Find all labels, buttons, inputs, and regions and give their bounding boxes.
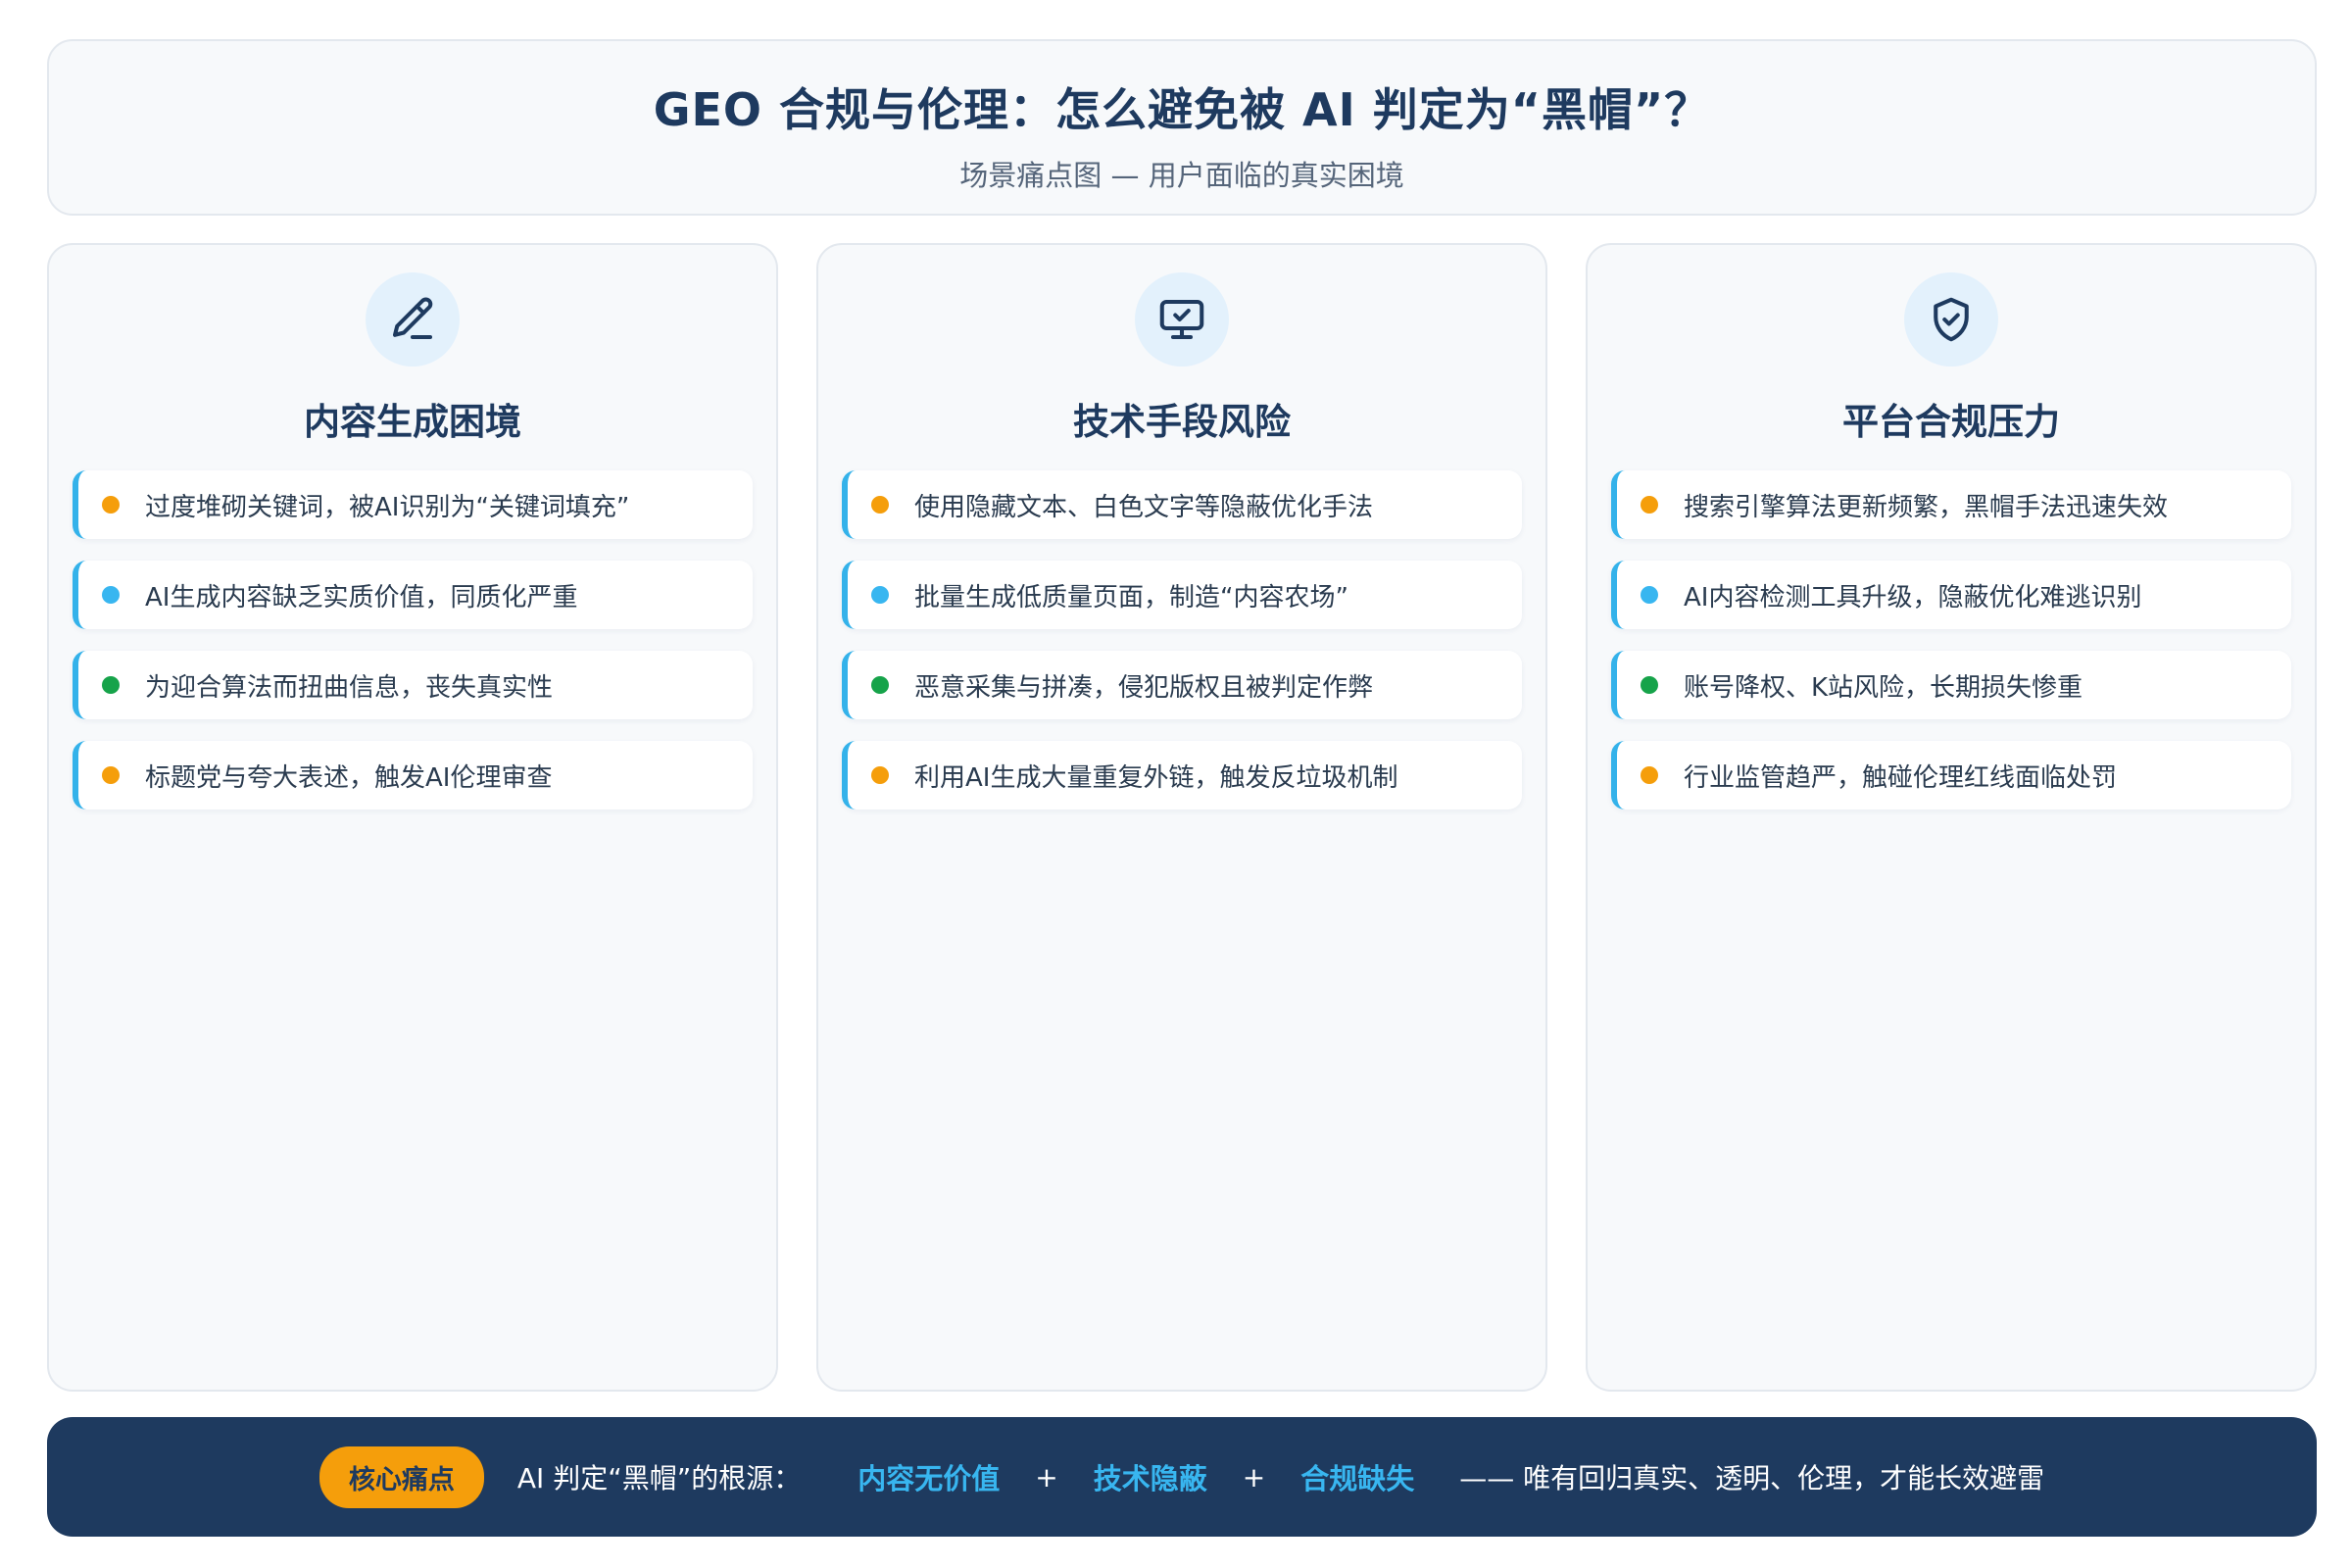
bullet-dot [102,766,120,784]
list-item: AI内容检测工具升级，隐蔽优化难逃识别 [1611,561,2291,629]
list-item: 批量生成低质量页面，制造“内容农场” [842,561,1522,629]
list-item: 账号降权、K站风险，长期损失惨重 [1611,651,2291,719]
item-text: 利用AI生成大量重复外链，触发反垃圾机制 [914,762,1398,793]
bullet-dot [102,676,120,694]
item-text: 标题党与夸大表述，触发AI伦理审查 [145,762,553,793]
column-title: 内容生成困境 [304,401,521,443]
item-text: 搜索引擎算法更新频繁，黑帽手法迅速失效 [1684,492,2169,522]
pencil-icon [366,272,460,367]
keyword-compliance-missing: 合规缺失 [1300,1462,1415,1495]
page-title: GEO 合规与伦理：怎么避免被 AI 判定为“黑帽”？ [653,83,1711,136]
list-item: 恶意采集与拼凑，侵犯版权且被判定作弊 [842,651,1522,719]
bullet-dot [871,766,889,784]
item-text: 恶意采集与拼凑，侵犯版权且被判定作弊 [914,672,1374,703]
column-platform-compliance: 平台合规压力 搜索引擎算法更新频繁，黑帽手法迅速失效 AI内容检测工具升级，隐蔽… [1586,243,2317,1392]
item-list: 搜索引擎算法更新频繁，黑帽手法迅速失效 AI内容检测工具升级，隐蔽优化难逃识别 … [1611,470,2291,831]
column-content-generation: 内容生成困境 过度堆砌关键词，被AI识别为“关键词填充” AI生成内容缺乏实质价… [47,243,778,1392]
item-list: 使用隐藏文本、白色文字等隐蔽优化手法 批量生成低质量页面，制造“内容农场” 恶意… [842,470,1522,831]
item-text: 使用隐藏文本、白色文字等隐蔽优化手法 [914,492,1374,522]
conclusion-text: —— 唯有回归真实、透明、伦理，才能长效避雷 [1459,1462,2045,1494]
list-item: 利用AI生成大量重复外链，触发反垃圾机制 [842,741,1522,809]
item-text: 账号降权、K站风险，长期损失惨重 [1684,672,2083,703]
bullet-dot [1641,586,1658,604]
bullet-dot [1641,496,1658,514]
list-item: 搜索引擎算法更新频繁，黑帽手法迅速失效 [1611,470,2291,539]
list-item: 为迎合算法而扭曲信息，丧失真实性 [73,651,753,719]
list-item: 行业监管趋严，触碰伦理红线面临处罚 [1611,741,2291,809]
column-title: 平台合规压力 [1842,401,2060,443]
header-panel: GEO 合规与伦理：怎么避免被 AI 判定为“黑帽”？ 场景痛点图 — 用户面临… [47,39,2317,216]
plus-sign: + [1242,1460,1266,1494]
list-item: 使用隐藏文本、白色文字等隐蔽优化手法 [842,470,1522,539]
item-list: 过度堆砌关键词，被AI识别为“关键词填充” AI生成内容缺乏实质价值，同质化严重… [73,470,753,831]
core-pain-badge: 核心痛点 [318,1446,484,1508]
column-title: 技术手段风险 [1073,401,1291,443]
shield-check-icon [1904,272,1998,367]
list-item: 标题党与夸大表述，触发AI伦理审查 [73,741,753,809]
root-cause-lead: AI 判定“黑帽”的根源： [516,1462,802,1494]
item-text: 为迎合算法而扭曲信息，丧失真实性 [145,672,554,703]
column-technical-risk: 技术手段风险 使用隐藏文本、白色文字等隐蔽优化手法 批量生成低质量页面，制造“内… [816,243,1547,1392]
bullet-dot [1641,766,1658,784]
bullet-dot [1641,676,1658,694]
list-item: AI生成内容缺乏实质价值，同质化严重 [73,561,753,629]
page-subtitle: 场景痛点图 — 用户面临的真实困境 [959,159,1404,192]
columns-container: 内容生成困境 过度堆砌关键词，被AI识别为“关键词填充” AI生成内容缺乏实质价… [47,243,2317,1392]
bullet-dot [102,496,120,514]
bullet-dot [102,586,120,604]
plus-sign: + [1035,1460,1058,1494]
bullet-dot [871,496,889,514]
bullet-dot [871,676,889,694]
item-text: 行业监管趋严，触碰伦理红线面临处罚 [1684,762,2118,793]
monitor-check-icon [1135,272,1229,367]
item-text: 批量生成低质量页面，制造“内容农场” [914,582,1348,612]
keyword-tech-hidden: 技术隐蔽 [1093,1462,1207,1495]
core-pain-point-banner: 核心痛点 AI 判定“黑帽”的根源： 内容无价值 + 技术隐蔽 + 合规缺失 —… [47,1417,2317,1537]
list-item: 过度堆砌关键词，被AI识别为“关键词填充” [73,470,753,539]
item-text: 过度堆砌关键词，被AI识别为“关键词填充” [145,492,630,522]
keyword-no-value: 内容无价值 [858,1462,1001,1495]
item-text: AI生成内容缺乏实质价值，同质化严重 [145,582,578,612]
item-text: AI内容检测工具升级，隐蔽优化难逃识别 [1684,582,2142,612]
bullet-dot [871,586,889,604]
